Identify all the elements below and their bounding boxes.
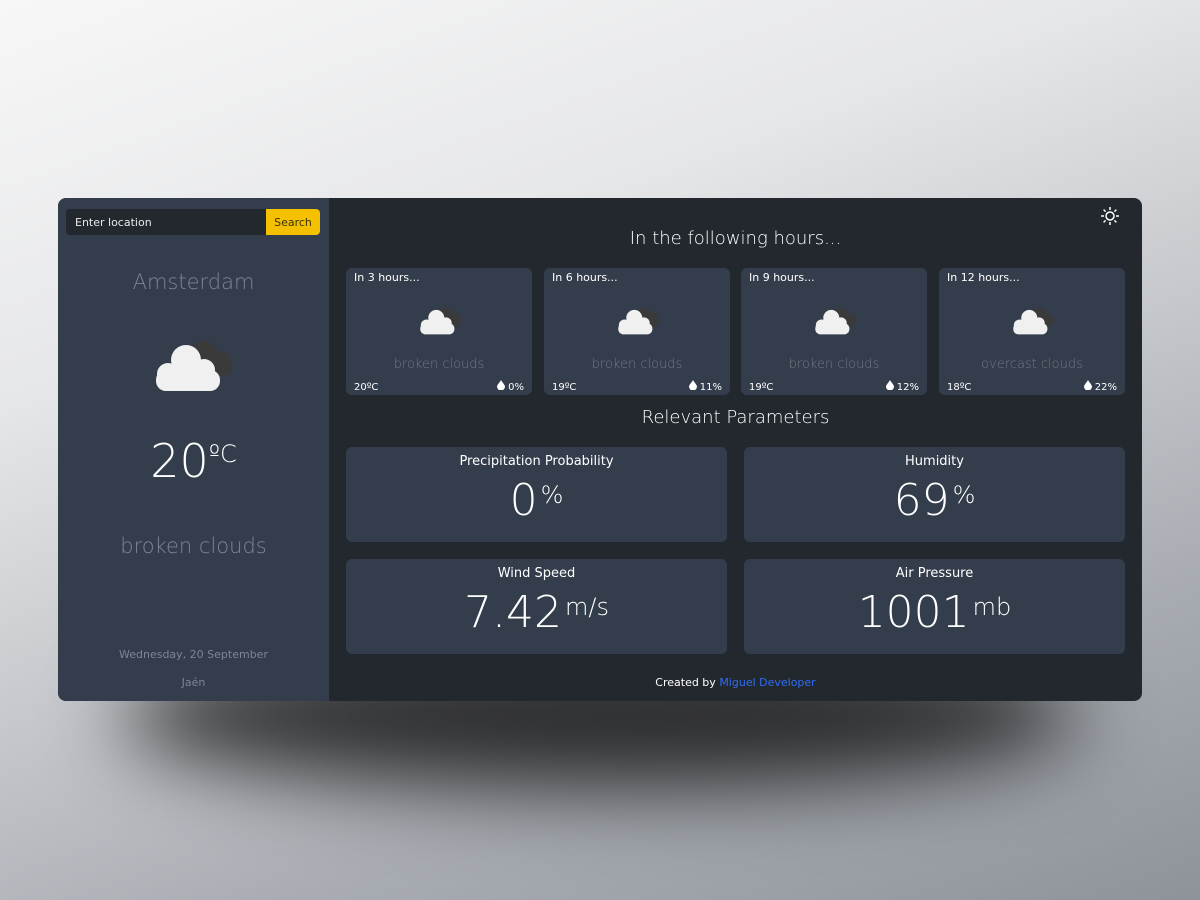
- water-drop-icon: [885, 380, 894, 391]
- forecast-precip: 12%: [885, 380, 919, 393]
- parameter-value: 7.42 m/s: [346, 587, 727, 638]
- footer: Created by Miguel Developer: [329, 676, 1142, 689]
- unit: m/s: [565, 593, 609, 621]
- parameter-card: Humidity 69%: [744, 447, 1125, 542]
- details-panel: In the following hours... In 3 hours... …: [329, 198, 1142, 701]
- forecast-temp: 18ºC: [947, 382, 972, 393]
- forecast-time: In 3 hours...: [354, 271, 420, 284]
- parameter-label: Precipitation Probability: [459, 454, 614, 469]
- forecast-temp: 20ºC: [354, 382, 379, 393]
- unit: %: [540, 481, 564, 509]
- footer-prefix: Created by: [655, 676, 716, 689]
- user-location: Jaén: [181, 676, 206, 689]
- precip-value: 0%: [508, 382, 524, 393]
- current-date: Wednesday, 20 September: [119, 648, 268, 661]
- precip-value: 22%: [1094, 382, 1117, 393]
- water-drop-icon: [1083, 380, 1092, 391]
- broken-clouds-icon: [148, 334, 238, 398]
- current-description: broken clouds: [120, 534, 267, 558]
- temp-unit: ºC: [208, 440, 237, 468]
- search-bar: Search: [66, 209, 320, 235]
- broken-clouds-icon: [1009, 304, 1057, 340]
- forecast-precip: 0%: [496, 380, 524, 393]
- forecast-temp: 19ºC: [552, 382, 577, 393]
- parameter-value: 1001 mb: [744, 587, 1125, 638]
- unit: mb: [972, 593, 1012, 621]
- precip-value: 12%: [896, 382, 919, 393]
- parameter-label: Air Pressure: [895, 566, 974, 581]
- parameter-label: Humidity: [905, 454, 964, 469]
- search-button[interactable]: Search: [266, 209, 320, 235]
- current-temperature: 20ºC: [58, 434, 329, 488]
- water-drop-icon: [688, 380, 697, 391]
- forecast-card: In 9 hours... broken clouds 19ºC 12%: [741, 268, 927, 395]
- forecast-description: broken clouds: [393, 357, 485, 372]
- forecast-time: In 6 hours...: [552, 271, 618, 284]
- forecast-card: In 3 hours... broken clouds 20ºC 0%: [346, 268, 532, 395]
- forecast-card: In 12 hours... overcast clouds 18ºC 22%: [939, 268, 1125, 395]
- forecast-time: In 12 hours...: [947, 271, 1020, 284]
- forecast-description: broken clouds: [591, 357, 683, 372]
- parameter-value: 0%: [346, 475, 727, 526]
- broken-clouds-icon: [614, 304, 662, 340]
- value: 69: [893, 475, 950, 526]
- forecast-card: In 6 hours... broken clouds 19ºC 11%: [544, 268, 730, 395]
- weather-app: Search Amsterdam 20ºC broken clouds Wedn…: [58, 198, 1142, 701]
- forecast-time: In 9 hours...: [749, 271, 815, 284]
- broken-clouds-icon: [416, 304, 464, 340]
- forecast-description: overcast clouds: [981, 357, 1083, 372]
- value: 0: [509, 475, 538, 526]
- parameter-label: Wind Speed: [497, 566, 576, 581]
- forecast-precip: 11%: [688, 380, 722, 393]
- forecast-temp: 19ºC: [749, 382, 774, 393]
- unit: %: [952, 481, 976, 509]
- parameter-value: 69%: [744, 475, 1125, 526]
- parameter-card: Wind Speed 7.42 m/s: [346, 559, 727, 654]
- theme-toggle-sun-icon[interactable]: [1100, 206, 1120, 230]
- city-name: Amsterdam: [132, 270, 255, 294]
- parameter-card: Precipitation Probability 0%: [346, 447, 727, 542]
- forecast-description: broken clouds: [788, 357, 880, 372]
- author-link[interactable]: Miguel Developer: [719, 676, 815, 689]
- value: 7.42: [464, 587, 562, 638]
- forecast-title: In the following hours...: [629, 228, 842, 249]
- parameter-card: Air Pressure 1001 mb: [744, 559, 1125, 654]
- forecast-precip: 22%: [1083, 380, 1117, 393]
- params-title: Relevant Parameters: [641, 407, 830, 428]
- location-input[interactable]: [66, 209, 266, 235]
- precip-value: 11%: [699, 382, 722, 393]
- current-weather-panel: Search Amsterdam 20ºC broken clouds Wedn…: [58, 198, 329, 701]
- broken-clouds-icon: [811, 304, 859, 340]
- water-drop-icon: [496, 380, 505, 391]
- value: 1001: [857, 587, 970, 638]
- temp-value: 20: [150, 434, 209, 488]
